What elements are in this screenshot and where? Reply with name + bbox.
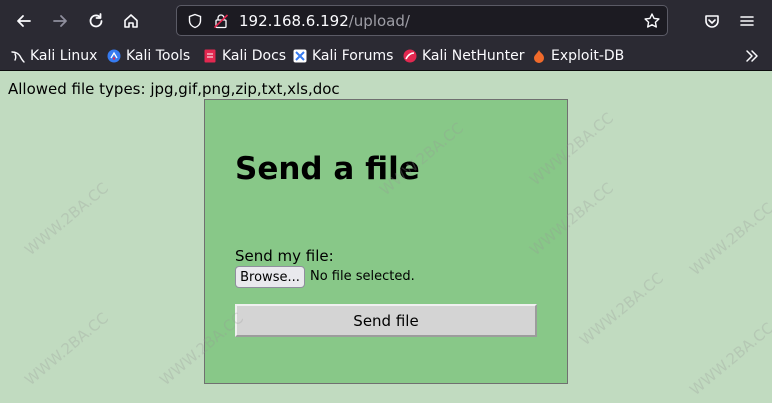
url-host: 192.168.6.192	[239, 12, 349, 30]
watermark-text: WWW.2BA.CC	[686, 318, 772, 400]
kali-dragon-icon	[11, 51, 25, 63]
hamburger-menu-icon	[740, 16, 754, 26]
bookmark-kali-tools[interactable]: Kali Tools	[107, 47, 190, 65]
bookmark-kali-linux[interactable]: Kali Linux	[11, 47, 97, 65]
watermark-text: WWW.2BA.CC	[576, 268, 667, 350]
bookmark-label: Kali Forums	[312, 48, 394, 64]
exploit-db-icon	[534, 50, 544, 63]
browse-button[interactable]: Browse...	[235, 266, 305, 288]
chevron-double-right-icon	[746, 50, 758, 62]
watermark-text: WWW.2BA.CC	[21, 178, 112, 260]
pocket-button[interactable]	[699, 8, 725, 34]
kali-nethunter-icon	[403, 49, 417, 63]
watermark-text: WWW.2BA.CC	[21, 308, 112, 390]
back-button[interactable]	[11, 8, 37, 34]
kali-forums-icon	[293, 49, 307, 63]
no-file-status: No file selected.	[310, 269, 415, 284]
upload-panel: Send a file Send my file: Browse... No f…	[204, 99, 568, 384]
pocket-icon	[705, 15, 719, 28]
bookmark-label: Kali NetHunter	[422, 48, 525, 64]
forward-button[interactable]	[47, 8, 73, 34]
kali-tools-icon	[107, 49, 121, 63]
page-title: Send a file	[235, 151, 420, 187]
url-text[interactable]: 192.168.6.192/upload/	[239, 12, 410, 30]
bookmark-star-icon[interactable]	[643, 12, 661, 30]
bookmark-exploit-db[interactable]: Exploit-DB	[532, 47, 624, 65]
shield-icon[interactable]	[187, 13, 203, 29]
kali-docs-icon	[204, 49, 216, 63]
bookmark-kali-nethunter[interactable]: Kali NetHunter	[403, 47, 524, 65]
bookmark-kali-docs[interactable]: Kali Docs	[203, 47, 286, 65]
back-arrow-icon	[17, 15, 31, 27]
bookmark-label: Kali Tools	[126, 48, 191, 64]
reload-button[interactable]	[83, 8, 109, 34]
bookmark-label: Kali Docs	[222, 48, 287, 64]
forward-arrow-icon	[53, 15, 67, 27]
url-bar[interactable]: 192.168.6.192/upload/	[176, 5, 668, 36]
menu-button[interactable]	[734, 8, 760, 34]
home-icon	[124, 14, 138, 28]
bookmark-label: Exploit-DB	[551, 48, 625, 64]
reload-icon	[89, 13, 103, 28]
url-path: /upload/	[348, 12, 410, 30]
insecure-lock-icon[interactable]	[213, 13, 229, 29]
bookmark-kali-forums[interactable]: Kali Forums	[293, 47, 393, 65]
bookmarks-toolbar: Kali Linux Kali Tools Kali Docs Kali For…	[0, 42, 772, 71]
allowed-file-types: Allowed file types: jpg,gif,png,zip,txt,…	[8, 80, 340, 98]
send-file-button[interactable]: Send file	[235, 304, 537, 337]
file-label: Send my file:	[235, 247, 334, 265]
home-button[interactable]	[118, 8, 144, 34]
watermark-text: WWW.2BA.CC	[686, 198, 772, 280]
browser-toolbar: 192.168.6.192/upload/	[0, 0, 772, 42]
bookmark-label: Kali Linux	[30, 48, 98, 64]
bookmarks-overflow-button[interactable]	[744, 47, 765, 65]
